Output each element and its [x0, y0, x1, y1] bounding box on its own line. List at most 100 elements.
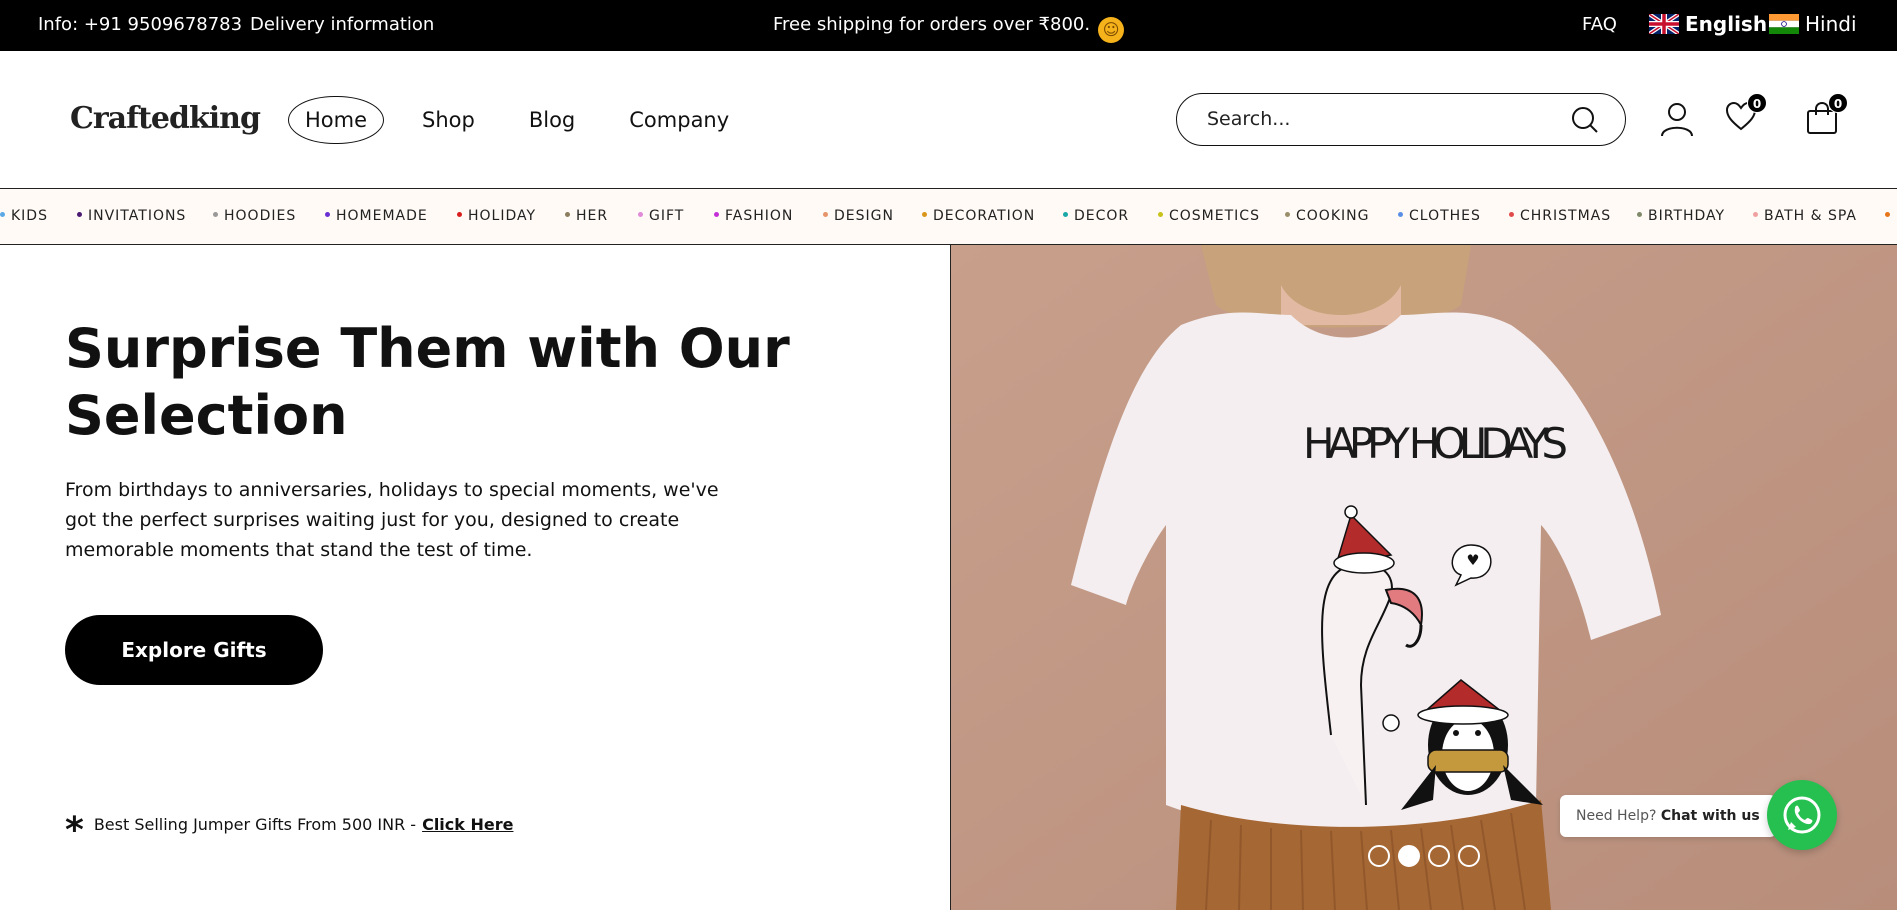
whatsapp-chat-button[interactable]: [1767, 780, 1837, 850]
search-input[interactable]: [1207, 108, 1547, 130]
category-label: COOKING: [1296, 208, 1370, 224]
category-label: HOODIES: [224, 208, 297, 224]
search-icon[interactable]: [1571, 106, 1599, 134]
language-english-label: English: [1685, 12, 1768, 36]
category-label: INVITATIONS: [88, 208, 187, 224]
uk-flag-icon: [1649, 14, 1679, 34]
chat-label-text: Chat with us: [1660, 808, 1760, 824]
category-dot: [1398, 212, 1403, 217]
promo-click-here-link[interactable]: Click Here: [422, 815, 513, 834]
category-dot: [1637, 212, 1642, 217]
category-clothes[interactable]: CLOTHES: [1398, 208, 1481, 224]
category-label: DECORATION: [933, 208, 1036, 224]
category-dot: [77, 212, 82, 217]
category-dot: [213, 212, 218, 217]
whatsapp-icon: [1783, 796, 1821, 834]
category-label: BIRTHDAY: [1648, 208, 1726, 224]
nav-shop[interactable]: Shop: [406, 97, 491, 143]
nav-home[interactable]: Home: [288, 96, 385, 144]
category-dot: [1753, 212, 1758, 217]
chat-help-label[interactable]: Need Help? Chat with us: [1560, 795, 1776, 837]
category-label: HOLIDAY: [468, 208, 537, 224]
language-hindi-label: Hindi: [1805, 12, 1857, 36]
category-dot: [714, 212, 719, 217]
category-dot: [457, 212, 462, 217]
category-bath-spa[interactable]: BATH & SPA: [1753, 208, 1857, 224]
category-more: [1885, 208, 1896, 224]
hero-description: From birthdays to anniversaries, holiday…: [65, 479, 719, 561]
free-shipping-text: Free shipping for orders over ₹800.: [773, 14, 1091, 35]
wishlist-button[interactable]: 0: [1725, 93, 1767, 133]
category-homemade[interactable]: HOMEMADE: [325, 208, 428, 224]
top-announcement-bar: Info: +91 9509678783 Delivery informatio…: [0, 0, 1897, 51]
chat-prefix: Need Help?: [1576, 808, 1657, 824]
site-logo[interactable]: Craftedking: [70, 101, 261, 136]
search-box: [1176, 93, 1626, 146]
category-kids[interactable]: KIDS: [0, 208, 48, 224]
category-label: HOMEMADE: [336, 208, 428, 224]
category-label: CLOTHES: [1409, 208, 1481, 224]
promo-line: * Best Selling Jumper Gifts From 500 INR …: [65, 810, 513, 851]
category-christmas[interactable]: CHRISTMAS: [1509, 208, 1611, 224]
delivery-info-link[interactable]: Delivery information: [250, 14, 434, 35]
category-dot: [1509, 212, 1514, 217]
slide-dot-1[interactable]: [1368, 845, 1390, 867]
wishlist-count-badge: 0: [1747, 93, 1767, 113]
main-nav: Home Shop Blog Company: [288, 96, 767, 144]
promo-text: Best Selling Jumper Gifts From 500 INR -: [93, 815, 417, 834]
language-english[interactable]: English: [1649, 12, 1767, 36]
free-shipping-notice: Free shipping for orders over ₹800. ☺: [773, 14, 1125, 43]
category-marquee: KIDS INVITATIONS HOODIES HOMEMADE HOLIDA…: [0, 189, 1897, 245]
category-label: FASHION: [725, 208, 794, 224]
category-cooking[interactable]: COOKING: [1285, 208, 1369, 224]
explore-gifts-button[interactable]: Explore Gifts: [65, 615, 323, 685]
category-dot: [922, 212, 927, 217]
category-dot: [1885, 212, 1890, 217]
category-cosmetics[interactable]: COSMETICS: [1158, 208, 1260, 224]
category-decoration[interactable]: DECORATION: [922, 208, 1035, 224]
account-icon[interactable]: [1660, 101, 1694, 137]
category-label: DECOR: [1074, 208, 1130, 224]
slider-pagination: [1368, 845, 1480, 867]
category-fashion[interactable]: FASHION: [714, 208, 793, 224]
category-gift[interactable]: GIFT: [638, 208, 684, 224]
category-dot: [325, 212, 330, 217]
slide-dot-3[interactable]: [1428, 845, 1450, 867]
category-holiday[interactable]: HOLIDAY: [457, 208, 536, 224]
faq-link[interactable]: FAQ: [1582, 14, 1617, 35]
category-label: COSMETICS: [1169, 208, 1260, 224]
category-her[interactable]: HER: [565, 208, 608, 224]
category-label: HER: [576, 208, 609, 224]
category-invitations[interactable]: INVITATIONS: [77, 208, 186, 224]
category-dot: [823, 212, 828, 217]
category-dot: [638, 212, 643, 217]
slide-dot-2[interactable]: [1398, 845, 1420, 867]
india-flag-icon: [1769, 14, 1799, 34]
nav-company[interactable]: Company: [613, 97, 745, 143]
hero-text-panel: Surprise Them with Our Selection From bi…: [0, 245, 950, 910]
category-design[interactable]: DESIGN: [823, 208, 894, 224]
category-label: GIFT: [649, 208, 685, 224]
site-header: Craftedking Home Shop Blog Company 0 0: [0, 51, 1897, 189]
category-birthday[interactable]: BIRTHDAY: [1637, 208, 1725, 224]
category-label: DESIGN: [834, 208, 894, 224]
cart-count-badge: 0: [1828, 93, 1848, 113]
shirt-print-text: HAPPY HOLIDAYS: [1303, 419, 1568, 468]
category-decor[interactable]: DECOR: [1063, 208, 1129, 224]
category-label: BATH & SPA: [1764, 208, 1858, 224]
cart-button[interactable]: 0: [1806, 93, 1848, 135]
language-hindi[interactable]: Hindi: [1769, 12, 1857, 36]
category-dot: [1063, 212, 1068, 217]
slide-dot-4[interactable]: [1458, 845, 1480, 867]
category-label: CHRISTMAS: [1520, 208, 1612, 224]
smile-emoji-icon: ☺: [1098, 17, 1125, 43]
category-dot: [1285, 212, 1290, 217]
category-label: KIDS: [11, 208, 48, 224]
category-hoodies[interactable]: HOODIES: [213, 208, 296, 224]
contact-info[interactable]: Info: +91 9509678783: [38, 14, 242, 35]
category-dot: [0, 212, 5, 217]
nav-blog[interactable]: Blog: [513, 97, 591, 143]
asterisk-icon: *: [65, 810, 84, 851]
category-dot: [1158, 212, 1163, 217]
hero-title: Surprise Them with Our Selection: [65, 317, 790, 447]
